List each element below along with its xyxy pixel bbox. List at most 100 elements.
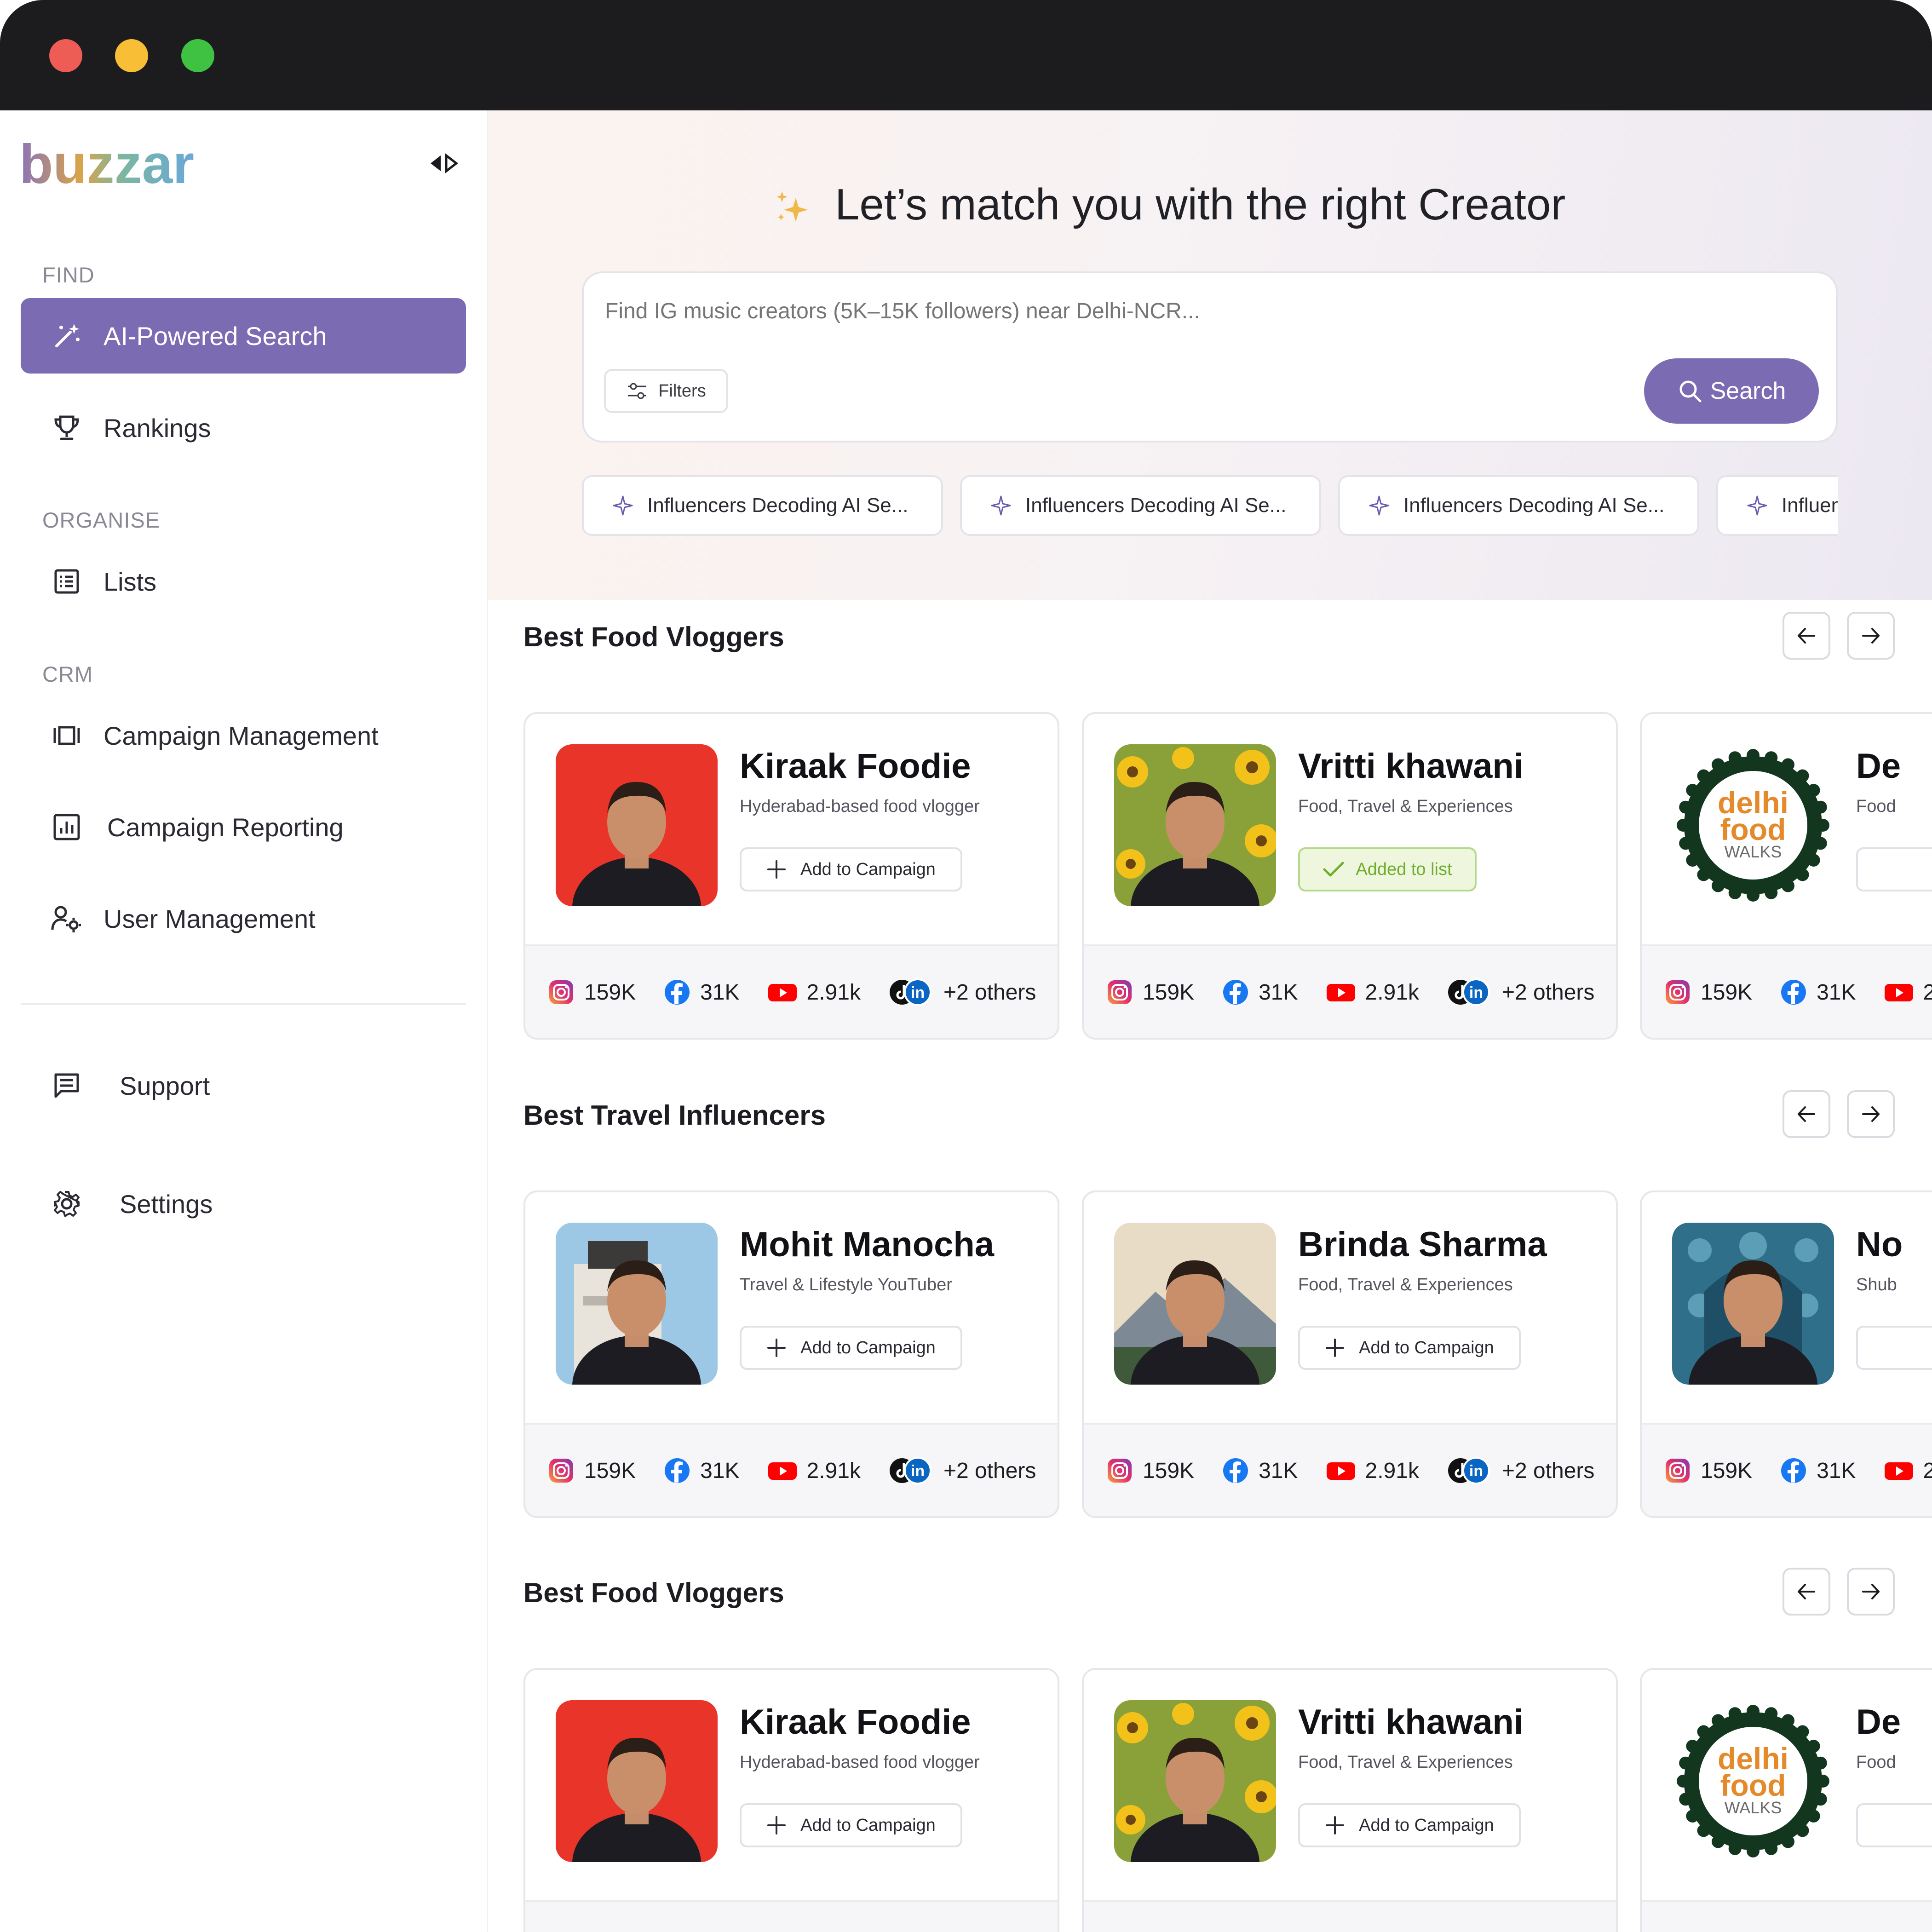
sidebar-item-label: Rankings bbox=[104, 413, 211, 443]
add-to-campaign-button[interactable]: Add to Campaign bbox=[740, 1326, 962, 1370]
facebook-icon bbox=[665, 980, 690, 1005]
arrow-left-icon bbox=[1798, 1106, 1815, 1122]
collapse-arrows-icon bbox=[431, 153, 459, 174]
creator-card-body: Brinda Sharma Food, Travel & Experiences A… bbox=[1084, 1192, 1616, 1425]
filters-button[interactable]: Filters bbox=[604, 369, 728, 413]
add-to-campaign-button[interactable]: Add to Campaign bbox=[1298, 1803, 1521, 1847]
row-next-button[interactable] bbox=[1847, 1568, 1895, 1616]
sidebar-item-campaign-reporting[interactable]: Campaign Reporting bbox=[21, 789, 466, 865]
window-titlebar bbox=[0, 0, 1932, 110]
filters-label: Filters bbox=[658, 381, 706, 401]
sidebar-item-label: User Management bbox=[104, 904, 316, 933]
other-platforms[interactable]: in +2 others bbox=[888, 1456, 1036, 1485]
creator-card[interactable]: delhifoodWALKSDeFood159K31K2.91kin+2 oth… bbox=[1640, 1668, 1932, 1932]
add-to-campaign-button[interactable]: Add to Campaign bbox=[740, 847, 962, 891]
creator-card[interactable]: delhifoodWALKSDeFood159K31K2.91kin+2 oth… bbox=[1640, 712, 1932, 1040]
app-window: buzzar FIND AI-Powered Search Rankings O… bbox=[0, 0, 1932, 1932]
sparkle-icon bbox=[991, 495, 1011, 516]
sidebar-item-label: Settings bbox=[120, 1189, 213, 1219]
creator-card[interactable]: Mohit Manocha Travel & Lifestyle YouTuber… bbox=[523, 1190, 1059, 1518]
facebook-icon bbox=[1781, 1458, 1806, 1483]
add-to-campaign-button[interactable] bbox=[1856, 847, 1932, 891]
add-to-campaign-button[interactable]: Add to Campaign bbox=[740, 1803, 962, 1847]
sidebar-item-user-management[interactable]: User Management bbox=[21, 881, 466, 956]
row-prev-button[interactable] bbox=[1782, 1568, 1830, 1616]
sidebar-item-campaign-management[interactable]: Campaign Management bbox=[21, 698, 466, 773]
creator-card[interactable]: NoShub159K31K2.91kin+2 others bbox=[1640, 1190, 1932, 1518]
youtube-subscribers: 2.91k bbox=[767, 978, 861, 1006]
sidebar-item-lists[interactable]: Lists bbox=[21, 544, 466, 619]
suggestion-chip[interactable]: Influencers Decoding AI Se... bbox=[1338, 475, 1699, 536]
sidebar-item-label: Lists bbox=[104, 567, 157, 596]
bar-chart-icon bbox=[48, 809, 85, 845]
sidebar-item-label: AI-Powered Search bbox=[104, 321, 327, 351]
section-label-organise: ORGANISE bbox=[42, 508, 161, 532]
creator-name: Kiraak Foodie bbox=[740, 747, 971, 786]
creator-stats: 159K31K2.91kin+2 others bbox=[1642, 1425, 1932, 1516]
row-next-button[interactable] bbox=[1847, 1090, 1895, 1138]
row-prev-button[interactable] bbox=[1782, 1090, 1830, 1138]
row-next-button[interactable] bbox=[1847, 612, 1895, 660]
creator-stats: 159K31K2.91kin+2 others bbox=[1642, 946, 1932, 1038]
suggestion-chip[interactable]: Influencers Decoding AI Se... bbox=[1716, 475, 1838, 536]
creator-card[interactable]: Kiraak Foodie Hyderabad-based food vlogge… bbox=[523, 712, 1059, 1040]
gear-icon bbox=[48, 1185, 85, 1222]
plus-icon bbox=[767, 860, 786, 879]
other-platforms[interactable]: in +2 others bbox=[1447, 1456, 1594, 1485]
creator-avatar: delhi food WALKS bbox=[1672, 744, 1834, 906]
sidebar-item-label: Campaign Management bbox=[104, 721, 379, 750]
sidebar-divider bbox=[21, 1003, 466, 1005]
add-to-campaign-label: Add to Campaign bbox=[800, 859, 936, 879]
add-to-campaign-button[interactable] bbox=[1856, 1803, 1932, 1847]
creator-card-body: No Shub bbox=[1642, 1192, 1932, 1425]
instagram-icon bbox=[549, 1459, 573, 1483]
row-prev-button[interactable] bbox=[1782, 612, 1830, 660]
creator-card-body: delhi food WALKS De Food bbox=[1642, 1670, 1932, 1902]
youtube-icon bbox=[768, 984, 797, 1001]
svg-text:in: in bbox=[911, 1462, 925, 1480]
other-platforms[interactable]: in +2 others bbox=[1447, 978, 1594, 1007]
collapse-sidebar-button[interactable] bbox=[428, 152, 459, 175]
creator-stats: 159K31K2.91kin+2 others bbox=[1084, 1425, 1616, 1516]
plus-icon bbox=[1326, 1816, 1345, 1834]
buzzar-logo: buzzar bbox=[19, 138, 194, 193]
sidebar-item-support[interactable]: Support bbox=[21, 1048, 466, 1123]
creator-card-body: Mohit Manocha Travel & Lifestyle YouTuber… bbox=[525, 1192, 1058, 1425]
suggestion-chip[interactable]: Influencers Decoding AI Se... bbox=[960, 475, 1321, 536]
magic-wand-icon bbox=[48, 317, 85, 354]
instagram-followers: 159K bbox=[1664, 1457, 1752, 1484]
plus-icon bbox=[767, 1816, 786, 1834]
sidebar-item-settings[interactable]: Settings bbox=[21, 1166, 466, 1242]
add-to-campaign-button[interactable] bbox=[1856, 1326, 1932, 1370]
maximize-window-button[interactable] bbox=[181, 39, 214, 72]
creator-card-body: Kiraak Foodie Hyderabad-based food vlogge… bbox=[525, 714, 1058, 946]
creator-card[interactable]: Brinda Sharma Food, Travel & Experiences A… bbox=[1082, 1190, 1618, 1518]
sidebar-item-ai-powered-search[interactable]: AI-Powered Search bbox=[21, 298, 466, 374]
minimize-window-button[interactable] bbox=[115, 39, 148, 72]
facebook-followers: 31K bbox=[1780, 1457, 1856, 1484]
creator-card-body: delhi food WALKS De Food bbox=[1642, 714, 1932, 946]
creator-stats: 159K31K2.91kin+2 others bbox=[525, 1425, 1058, 1516]
sidebar-item-rankings[interactable]: Rankings bbox=[21, 390, 466, 466]
add-to-campaign-button[interactable]: Add to Campaign bbox=[1298, 1326, 1521, 1370]
close-window-button[interactable] bbox=[49, 39, 82, 72]
creator-avatar bbox=[1672, 1223, 1834, 1385]
row-title: Best Food Vloggers bbox=[523, 621, 784, 652]
creator-avatar: delhi food WALKS bbox=[1672, 1700, 1834, 1862]
creator-stats: 159K31K2.91kin+2 others bbox=[525, 946, 1058, 1038]
more-platforms-icon: in bbox=[889, 1457, 932, 1484]
creator-card[interactable]: Kiraak Foodie Hyderabad-based food vlogge… bbox=[523, 1668, 1059, 1932]
creator-card[interactable]: Vritti khawani Food, Travel & Experiences… bbox=[1082, 712, 1618, 1040]
search-button[interactable]: Search bbox=[1644, 358, 1819, 424]
youtube-icon bbox=[1326, 984, 1355, 1001]
search-icon bbox=[1679, 380, 1702, 402]
added-to-list-badge[interactable]: Added to list bbox=[1298, 847, 1477, 891]
search-input[interactable] bbox=[605, 293, 1617, 329]
other-platforms[interactable]: in +2 others bbox=[888, 978, 1036, 1007]
facebook-followers: 31K bbox=[663, 1457, 740, 1484]
creator-card[interactable]: Vritti khawani Food, Travel & Experiences… bbox=[1082, 1668, 1618, 1932]
suggestion-chip[interactable]: Influencers Decoding AI Se... bbox=[582, 475, 943, 536]
creator-avatar bbox=[556, 1223, 718, 1385]
instagram-icon bbox=[1666, 1459, 1690, 1483]
instagram-icon bbox=[1108, 1459, 1132, 1483]
